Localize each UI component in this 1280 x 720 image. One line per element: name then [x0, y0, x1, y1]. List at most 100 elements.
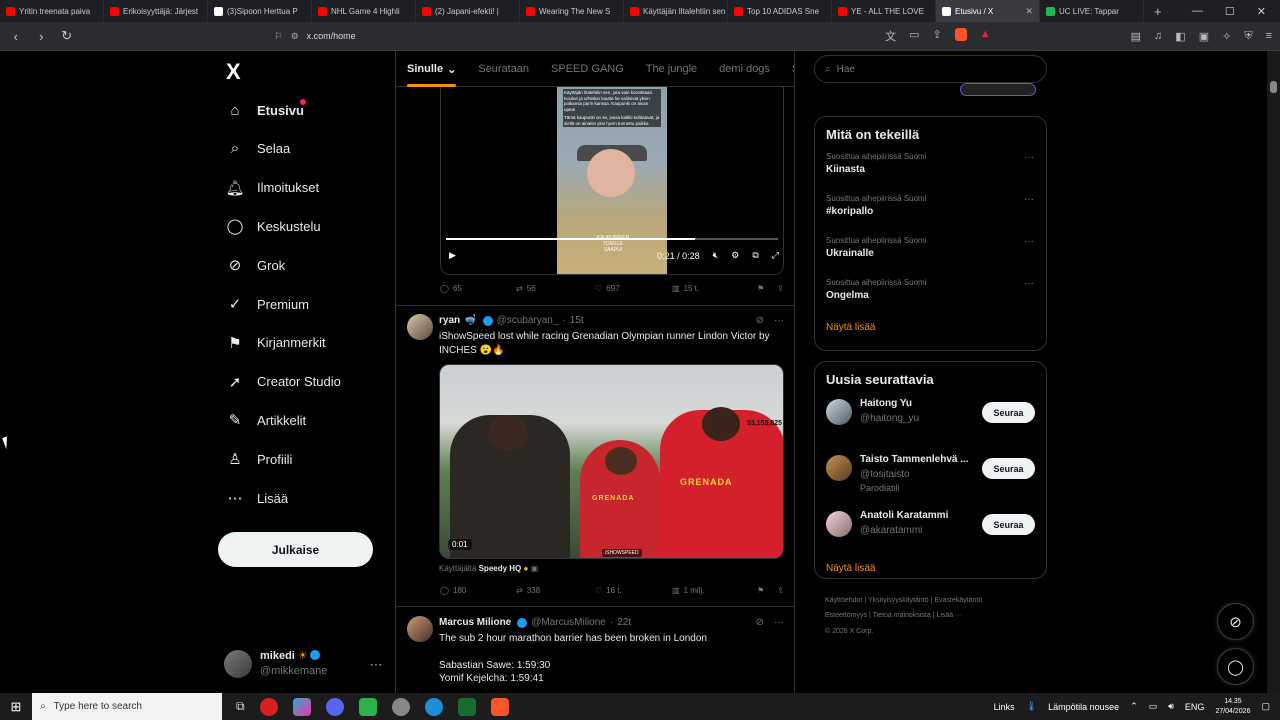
language-indicator[interactable]: ENG — [1185, 702, 1205, 712]
wallet-icon[interactable]: ▣ — [1199, 30, 1209, 43]
follow-button[interactable]: Seuraa — [982, 402, 1035, 423]
grok-icon[interactable]: ⊘ — [756, 617, 764, 628]
post-time[interactable]: 22t — [617, 617, 631, 628]
search-box[interactable]: ⌕ Hae — [814, 55, 1047, 83]
repost-button[interactable]: ⇄ 338 — [516, 586, 595, 595]
menu-icon[interactable]: ≡ — [1266, 30, 1272, 43]
x-logo[interactable]: X — [226, 59, 241, 85]
grok-icon[interactable]: ⊘ — [756, 315, 764, 326]
follow-suggestion[interactable]: Haitong Yu @haitong_yu Seuraa — [815, 393, 1046, 449]
tab-the-jungle[interactable]: The jungle — [635, 51, 708, 87]
footer-link[interactable]: Lisää ··· — [936, 612, 962, 619]
settings-app-icon[interactable] — [391, 697, 410, 716]
bookmark-button[interactable]: ⚑ — [757, 586, 764, 595]
browser-tab[interactable]: (2) Japani-efekti! | — [416, 0, 520, 22]
new-tab-button[interactable]: + — [1144, 4, 1172, 19]
sidebar-item-grok[interactable]: ⊘ Grok — [226, 256, 285, 274]
fullscreen-icon[interactable]: ⤢ — [772, 250, 779, 261]
sidebar-item-article[interactable]: ✎ Artikkelit — [226, 411, 306, 429]
browser-tab[interactable]: Käyttäjän Iltalehtiin sen — [624, 0, 728, 22]
reply-button[interactable]: ◯ 180 — [440, 586, 516, 595]
footer-link[interactable]: Käyttöehdot — [825, 597, 862, 604]
trend-more-icon[interactable]: ··· — [1024, 194, 1034, 205]
trend-item[interactable]: Suosittua aihepiirissä Suomi #koripallo ··… — [815, 190, 1046, 232]
settings-icon[interactable]: ⚙ — [731, 250, 739, 261]
views-button[interactable]: ▥ 15 t. — [672, 284, 752, 293]
like-button[interactable]: ♡ 16 t. — [595, 586, 672, 595]
weather-text[interactable]: Lämpötila nousee — [1048, 702, 1119, 712]
translate-icon[interactable]: 文 — [885, 28, 896, 44]
post-more-icon[interactable]: ··· — [774, 315, 784, 326]
sidebar-item-profile[interactable]: ♙ Profiili — [226, 450, 292, 468]
tab-speed-gang[interactable]: SPEED GANG — [540, 51, 635, 87]
address-bar[interactable]: ⚐ ⚙ x.com/home — [275, 31, 876, 42]
browser-tab[interactable]: Top 10 ADIDAS Sne — [728, 0, 832, 22]
sidebar-item-bell[interactable]: 🔔︎ Ilmoitukset — [225, 179, 319, 197]
browser-tab[interactable]: Wearing The New S — [520, 0, 624, 22]
browser-tab[interactable]: Etusivu / X ✕ — [936, 0, 1040, 22]
player-icon[interactable] — [457, 697, 476, 716]
opera-icon[interactable] — [259, 697, 278, 716]
tab-demi-dogs[interactable]: demi dogs — [708, 51, 781, 87]
share-button[interactable]: ⇪ — [777, 284, 784, 293]
post-time[interactable]: 15t — [570, 315, 584, 326]
tray-chevron-icon[interactable]: ⌃ — [1130, 701, 1138, 712]
sidebar-item-rocket[interactable]: ➚ Creator Studio — [226, 373, 341, 391]
play-icon[interactable]: ▶ — [449, 250, 456, 261]
trend-item[interactable]: Suosittua aihepiirissä Suomi Ukrainalle ··… — [815, 232, 1046, 274]
follow-button[interactable]: Seuraa — [982, 514, 1035, 535]
live-banner-pill[interactable] — [960, 83, 1036, 96]
minimize-button[interactable]: — — [1192, 5, 1203, 18]
task-view-icon[interactable]: ⧉ — [236, 699, 245, 714]
share-button[interactable]: ⇪ — [777, 586, 784, 595]
sidebar-item-chat[interactable]: ◯ Keskustelu — [226, 217, 321, 235]
tab-seurataan[interactable]: Seurataan — [467, 51, 540, 87]
follow-button[interactable]: Seuraa — [982, 458, 1035, 479]
mute-icon[interactable]: 🔇︎ — [713, 250, 719, 261]
reload-button[interactable]: ↻ — [59, 28, 75, 44]
follow-show-more[interactable]: Näytä lisää — [815, 561, 1046, 585]
browser-tab[interactable]: Erikoisyyttäjä: Järjest — [104, 0, 208, 22]
sidebar-icon[interactable]: ◧ — [1175, 30, 1185, 43]
ai-icon[interactable]: ✧ — [1222, 30, 1231, 43]
repost-button[interactable]: ⇄ 56 — [516, 284, 595, 293]
avatar[interactable] — [407, 314, 433, 340]
share-icon[interactable]: ⇪ — [933, 28, 942, 44]
app-icon[interactable] — [292, 697, 311, 716]
follow-name[interactable]: Haitong Yu — [860, 398, 912, 409]
reply-button[interactable]: ◯ 65 — [440, 284, 516, 293]
close-window-button[interactable]: ✕ — [1257, 5, 1266, 18]
back-button[interactable]: ‹ — [8, 29, 24, 44]
volume-icon[interactable]: 🔊︎ — [1168, 701, 1174, 712]
follow-suggestion[interactable]: Anatoli Karatammi @akaratammi Seuraa — [815, 505, 1046, 561]
browser-tab[interactable]: YE - ALL THE LOVE — [832, 0, 936, 22]
post-video[interactable]: GRENADA GRENADA 53,153,825 0:01 iSHOWSPE… — [439, 364, 784, 559]
browser-tab[interactable]: NHL Game 4 Highli — [312, 0, 416, 22]
trends-show-more[interactable]: Näytä lisää — [815, 316, 1046, 344]
avatar[interactable] — [407, 616, 433, 642]
links-toolbar[interactable]: Links — [994, 702, 1015, 712]
bookmark-button[interactable]: ⚑ — [757, 284, 764, 293]
trend-more-icon[interactable]: ··· — [1024, 278, 1034, 289]
views-button[interactable]: ▥ 1 milj. — [672, 586, 752, 595]
reader-icon[interactable]: ▤ — [1131, 30, 1141, 43]
site-info-icon[interactable]: ⚙ — [291, 31, 299, 42]
brave-shields-icon[interactable] — [954, 28, 967, 41]
start-button[interactable]: ⊞ — [0, 693, 32, 720]
clock[interactable]: 14.35 27/04/2026 — [1215, 697, 1250, 715]
author-name[interactable]: Marcus Milione — [439, 617, 511, 628]
post-button[interactable]: Julkaise — [218, 532, 373, 567]
sidebar-item-home[interactable]: ⌂ Etusivu — [226, 99, 306, 119]
media-icon[interactable]: ♫ — [1154, 30, 1162, 43]
tab-sportti[interactable]: Sportti — [781, 51, 794, 87]
sidebar-item-search[interactable]: ⌕ Selaa — [226, 140, 290, 158]
bookmark-page-icon[interactable]: ⚐ — [275, 31, 283, 42]
follow-name[interactable]: Taisto Tammenlehvä ... — [860, 454, 969, 465]
tab-close-icon[interactable]: ✕ — [1025, 6, 1033, 17]
browser-tab[interactable]: UC LIVE: Tappar — [1040, 0, 1144, 22]
trend-more-icon[interactable]: ··· — [1024, 236, 1034, 247]
footer-link[interactable]: Esteettömyys — [825, 612, 867, 619]
account-switcher[interactable]: mikedi ☀ @mikkemane ··· — [224, 646, 382, 682]
cast-icon[interactable]: ▭ — [909, 28, 919, 44]
tab-sinulle[interactable]: Sinulle ⌄ — [396, 51, 467, 87]
